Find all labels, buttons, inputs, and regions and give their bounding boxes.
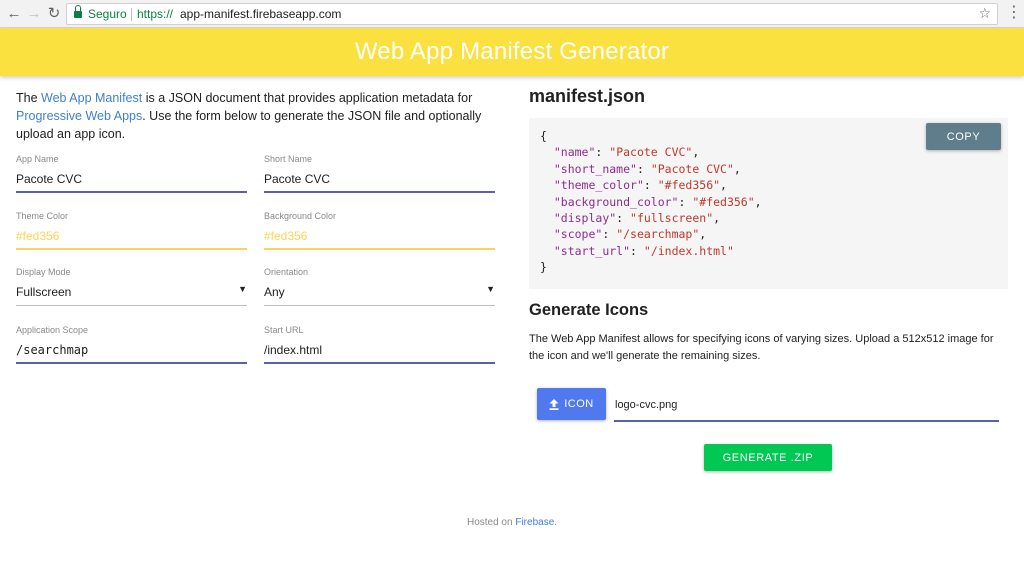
intro-text: is a JSON document that provides applica… [142, 91, 473, 105]
start-url-input[interactable]: /index.html [264, 343, 322, 357]
background-color-field[interactable]: Background Color #fed356 [264, 211, 495, 259]
application-scope-field[interactable]: Application Scope /searchmap [16, 325, 247, 373]
json-value: "#fed356" [692, 194, 755, 209]
theme-color-input[interactable]: #fed356 [16, 229, 59, 243]
orientation-select[interactable]: Orientation Any ▼ [264, 267, 495, 315]
progressive-web-apps-link[interactable]: Progressive Web Apps [16, 109, 142, 123]
back-arrow-icon[interactable]: ← [4, 4, 24, 24]
short-name-input[interactable]: Pacote CVC [264, 172, 330, 186]
json-key: "display" [553, 211, 617, 226]
app-header: Web App Manifest Generator [0, 28, 1024, 76]
intro-text: The [16, 91, 42, 105]
start-url-label: Start URL [264, 325, 304, 335]
application-scope-label: Application Scope [16, 325, 89, 335]
json-key: "name" [553, 145, 596, 160]
json-key: "background_color" [553, 194, 679, 209]
omnibox-divider [131, 8, 132, 21]
intro-paragraph: The Web App Manifest is a JSON document … [16, 89, 496, 143]
orientation-value[interactable]: Any [264, 285, 285, 299]
page-title: Web App Manifest Generator [354, 38, 670, 65]
code-line: "start_url": "/index.html" [553, 243, 734, 258]
generate-zip-button[interactable]: GENERATE .ZIP [704, 444, 832, 471]
copy-button[interactable]: COPY [926, 123, 1001, 150]
close-brace: } [540, 260, 547, 275]
star-icon[interactable]: ☆ [978, 5, 991, 22]
background-color-input[interactable]: #fed356 [264, 229, 307, 243]
json-key: "short_name" [553, 161, 637, 176]
upload-icon [549, 398, 559, 410]
start-url-field[interactable]: Start URL /index.html [264, 325, 495, 373]
display-mode-underline [16, 305, 247, 306]
upload-button-label: ICON [564, 398, 594, 410]
json-value: "/index.html" [643, 243, 734, 258]
short-name-field[interactable]: Short Name Pacote CVC [264, 154, 495, 202]
application-scope-underline [16, 362, 247, 364]
dropdown-arrow-icon[interactable]: ▼ [238, 284, 247, 294]
app-name-input[interactable]: Pacote CVC [16, 172, 82, 186]
dropdown-arrow-icon[interactable]: ▼ [486, 284, 495, 294]
display-mode-select[interactable]: Display Mode Fullscreen ▼ [16, 267, 247, 315]
firebase-link[interactable]: Firebase [515, 517, 554, 528]
short-name-label: Short Name [264, 154, 313, 164]
code-line: "short_name": "Pacote CVC", [553, 161, 741, 176]
file-name-underline [614, 420, 999, 422]
json-key: "start_url" [553, 243, 631, 258]
json-key: "scope" [553, 227, 603, 242]
upload-icon-button[interactable]: ICON [537, 388, 606, 420]
footer-suffix: . [554, 517, 558, 528]
json-value: "#fed356" [657, 178, 721, 193]
theme-color-field[interactable]: Theme Color #fed356 [16, 211, 247, 259]
code-line: "theme_color": "#fed356", [553, 178, 727, 193]
json-value: "/searchmap" [616, 227, 700, 242]
browser-toolbar: ← → ↻ Seguro https:// app-manifest.fireb… [0, 0, 1024, 28]
manifest-code-block: { "name": "Pacote CVC", "short_name": "P… [529, 118, 1008, 289]
background-color-label: Background Color [264, 211, 337, 221]
json-value: "Pacote CVC" [609, 145, 693, 160]
theme-color-label: Theme Color [16, 211, 69, 221]
url-host: app-manifest.firebaseapp.com [180, 7, 342, 21]
code-line: "scope": "/searchmap", [553, 227, 707, 242]
orientation-label: Orientation [264, 267, 309, 277]
code-line: "display": "fullscreen", [553, 211, 721, 226]
address-bar[interactable]: Seguro https:// app-manifest.firebaseapp… [66, 3, 998, 25]
background-color-underline [264, 248, 495, 250]
json-key: "theme_color" [553, 178, 644, 193]
selected-file-name[interactable]: logo-cvc.png [615, 399, 677, 411]
kebab-menu-icon[interactable]: ⋮ [1006, 5, 1022, 23]
theme-color-underline [16, 248, 247, 250]
short-name-underline [264, 191, 495, 193]
reload-icon[interactable]: ↻ [44, 4, 64, 24]
generate-icons-description: The Web App Manifest allows for specifyi… [529, 333, 994, 362]
web-app-manifest-link[interactable]: Web App Manifest [41, 91, 142, 105]
display-mode-label: Display Mode [16, 267, 71, 277]
secure-label: Seguro [88, 7, 127, 21]
start-url-underline [264, 362, 495, 364]
forward-arrow-icon[interactable]: → [24, 4, 44, 24]
manifest-json: { "name": "Pacote CVC", "short_name": "P… [540, 128, 762, 276]
json-value: "fullscreen" [630, 211, 714, 226]
url-scheme: https:// [137, 7, 174, 21]
app-name-label: App Name [16, 154, 59, 164]
app-name-field[interactable]: App Name Pacote CVC [16, 154, 247, 202]
code-line: "name": "Pacote CVC", [553, 145, 700, 160]
manifest-heading: manifest.json [529, 86, 646, 106]
json-value: "Pacote CVC" [650, 161, 734, 176]
app-name-underline [16, 191, 247, 193]
footer-text: Hosted on [466, 517, 516, 528]
application-scope-input[interactable]: /searchmap [16, 343, 88, 357]
generate-icons-heading: Generate Icons [529, 301, 649, 319]
open-brace: { [540, 129, 547, 143]
footer: Hosted on Firebase. [0, 517, 1024, 528]
orientation-underline [264, 305, 495, 306]
display-mode-value[interactable]: Fullscreen [16, 285, 71, 299]
code-line: "background_color": "#fed356", [553, 194, 762, 209]
lock-icon [74, 5, 82, 18]
